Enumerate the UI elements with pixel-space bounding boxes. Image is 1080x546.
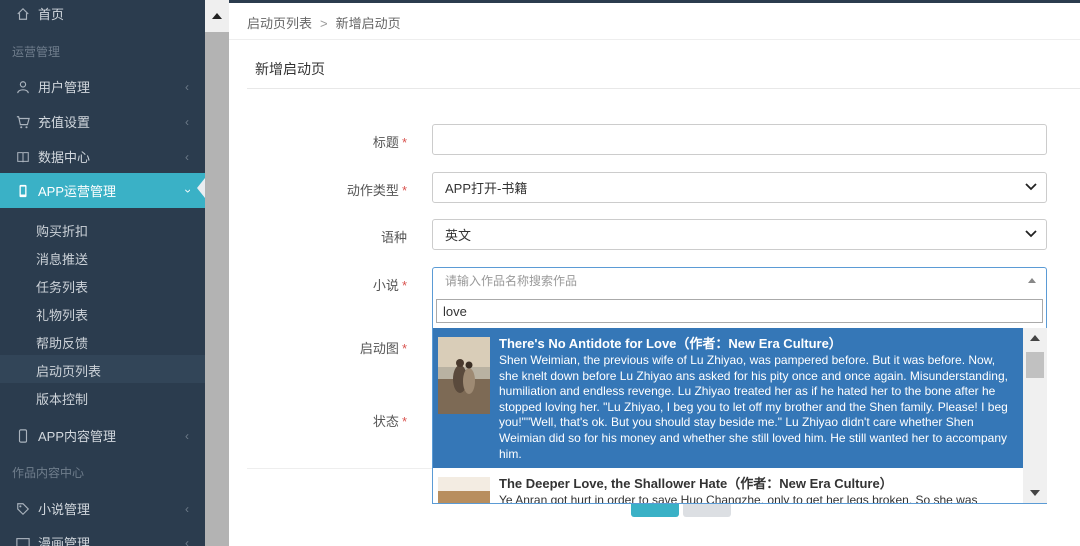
top-bar — [229, 0, 1080, 3]
sidebar-item-home[interactable]: 首页 — [0, 0, 205, 31]
result-title: There's No Antidote for Love（作者：New Era … — [499, 336, 842, 351]
chevron-left-icon: ‹ — [185, 149, 189, 164]
label-text: 状态 — [372, 414, 399, 429]
required-mark: * — [401, 183, 407, 198]
novel-label: 小说 * — [257, 275, 407, 294]
required-mark: * — [401, 135, 407, 150]
dropdown-search-input[interactable]: love — [436, 299, 1043, 323]
result-description: Shen Weimian, the previous wife of Lu Zh… — [499, 353, 1008, 461]
sidebar-item-label: 小说管理 — [38, 502, 91, 517]
sidebar: 首页 运营管理 用户管理 ‹ 充值设置 ‹ 数据中心 ‹ APP运营管理 ‹ 购… — [0, 0, 205, 546]
action-type-label: 动作类型 * — [257, 180, 407, 199]
breadcrumb-current: 新增启动页 — [335, 16, 401, 31]
scroll-up-icon[interactable] — [1023, 328, 1047, 348]
chevron-left-icon: ‹ — [185, 428, 189, 443]
sidebar-item-recharge[interactable]: 充值设置 ‹ — [0, 104, 205, 139]
label-text: 启动图 — [359, 341, 399, 356]
sidebar-subitem[interactable]: 礼物列表 — [36, 305, 88, 324]
sidebar-subitem-active[interactable]: 启动页列表 — [36, 361, 101, 380]
sidebar-item-data-center[interactable]: 数据中心 ‹ — [0, 139, 205, 174]
select-value: APP打开-书籍 — [445, 181, 528, 196]
label-text: 动作类型 — [346, 183, 399, 198]
mobile-icon — [14, 427, 32, 445]
book-icon — [14, 148, 32, 166]
sidebar-subitem[interactable]: 帮助反馈 — [36, 333, 88, 352]
sidebar-item-label: 数据中心 — [38, 150, 91, 165]
novel-dropdown: love There's No Antidote for Love（作者：New… — [432, 292, 1047, 504]
breadcrumb-separator: > — [320, 16, 328, 31]
novel-search-select[interactable]: 请输入作品名称搜索作品 — [432, 267, 1047, 293]
language-label: 语种 — [257, 227, 407, 246]
cancel-button[interactable] — [683, 503, 731, 517]
image-icon — [14, 534, 32, 546]
home-icon — [14, 5, 32, 23]
language-select[interactable]: 英文 — [432, 219, 1047, 250]
chevron-left-icon: ‹ — [185, 114, 189, 129]
page-scrollbar[interactable] — [205, 0, 229, 546]
result-option[interactable]: The Deeper Love, the Shallower Hate（作者：N… — [433, 468, 1023, 503]
sidebar-item-app-ops[interactable]: APP运营管理 ‹ — [0, 173, 205, 208]
result-option[interactable]: There's No Antidote for Love（作者：New Era … — [433, 328, 1023, 468]
breadcrumb-parent[interactable]: 启动页列表 — [247, 16, 312, 31]
cart-icon — [14, 113, 32, 131]
sidebar-subitem[interactable]: 购买折扣 — [36, 221, 88, 240]
scroll-down-icon[interactable] — [1023, 483, 1047, 503]
save-button[interactable] — [631, 503, 679, 517]
sidebar-item-comic-mgmt[interactable]: 漫画管理 ‹ — [0, 525, 205, 546]
caret-up-icon — [1028, 278, 1036, 283]
scroll-thumb[interactable] — [1026, 352, 1044, 378]
tag-icon — [14, 500, 32, 518]
sidebar-subitem[interactable]: 消息推送 — [36, 249, 88, 268]
divider — [247, 88, 1080, 89]
chevron-left-icon: ‹ — [185, 535, 189, 546]
chevron-left-icon: ‹ — [185, 79, 189, 94]
sidebar-item-app-content[interactable]: APP内容管理 ‹ — [0, 418, 205, 453]
sidebar-item-label: APP内容管理 — [38, 429, 117, 444]
book-cover-image — [438, 477, 490, 503]
required-mark: * — [401, 278, 407, 293]
chevron-down-icon: ‹ — [180, 188, 194, 193]
divider — [247, 468, 432, 469]
chevron-left-icon: ‹ — [185, 501, 189, 516]
sidebar-subitem[interactable]: 任务列表 — [36, 277, 88, 296]
sidebar-item-label: 首页 — [38, 7, 65, 22]
required-mark: * — [401, 414, 407, 429]
user-icon — [14, 78, 32, 96]
label-text: 语种 — [380, 230, 407, 245]
title-input[interactable] — [432, 124, 1047, 155]
results-scrollbar[interactable] — [1023, 328, 1047, 503]
active-indicator — [197, 178, 205, 198]
scroll-up-icon[interactable] — [205, 0, 229, 32]
sidebar-subitem[interactable]: 版本控制 — [36, 389, 88, 408]
title-label: 标题 * — [257, 132, 407, 151]
page-title: 新增启动页 — [255, 61, 325, 77]
result-description: Ye Anran got hurt in order to save Huo C… — [499, 493, 978, 503]
sidebar-section-ops: 运营管理 — [12, 45, 61, 59]
sidebar-item-novel-mgmt[interactable]: 小说管理 ‹ — [0, 491, 205, 526]
sidebar-item-label: 漫画管理 — [38, 536, 91, 546]
launch-image-label: 启动图 * — [257, 338, 407, 357]
label-text: 小说 — [372, 278, 399, 293]
sidebar-item-user-mgmt[interactable]: 用户管理 ‹ — [0, 69, 205, 104]
status-label: 状态 * — [257, 411, 407, 430]
results-list: There's No Antidote for Love（作者：New Era … — [433, 328, 1023, 503]
select-placeholder: 请输入作品名称搜索作品 — [445, 273, 578, 288]
chevron-down-icon — [1024, 179, 1038, 196]
mobile-icon — [14, 182, 32, 200]
required-mark: * — [401, 341, 407, 356]
book-cover-image — [438, 337, 490, 414]
active-subitem-bg — [0, 355, 205, 383]
select-value: 英文 — [445, 228, 472, 243]
action-type-select[interactable]: APP打开-书籍 — [432, 172, 1047, 203]
label-text: 标题 — [372, 135, 399, 150]
divider — [229, 39, 1080, 40]
main-content: 启动页列表 > 新增启动页 新增启动页 标题 * 动作类型 * APP打开-书籍 语种 … — [229, 0, 1080, 546]
breadcrumb: 启动页列表 > 新增启动页 — [247, 13, 401, 32]
sidebar-item-label: 用户管理 — [38, 80, 91, 95]
chevron-down-icon — [1024, 226, 1038, 243]
sidebar-item-label: APP运营管理 — [38, 184, 117, 199]
sidebar-section-content: 作品内容中心 — [12, 466, 85, 480]
result-title: The Deeper Love, the Shallower Hate（作者：N… — [499, 476, 893, 491]
sidebar-item-label: 充值设置 — [38, 115, 91, 130]
